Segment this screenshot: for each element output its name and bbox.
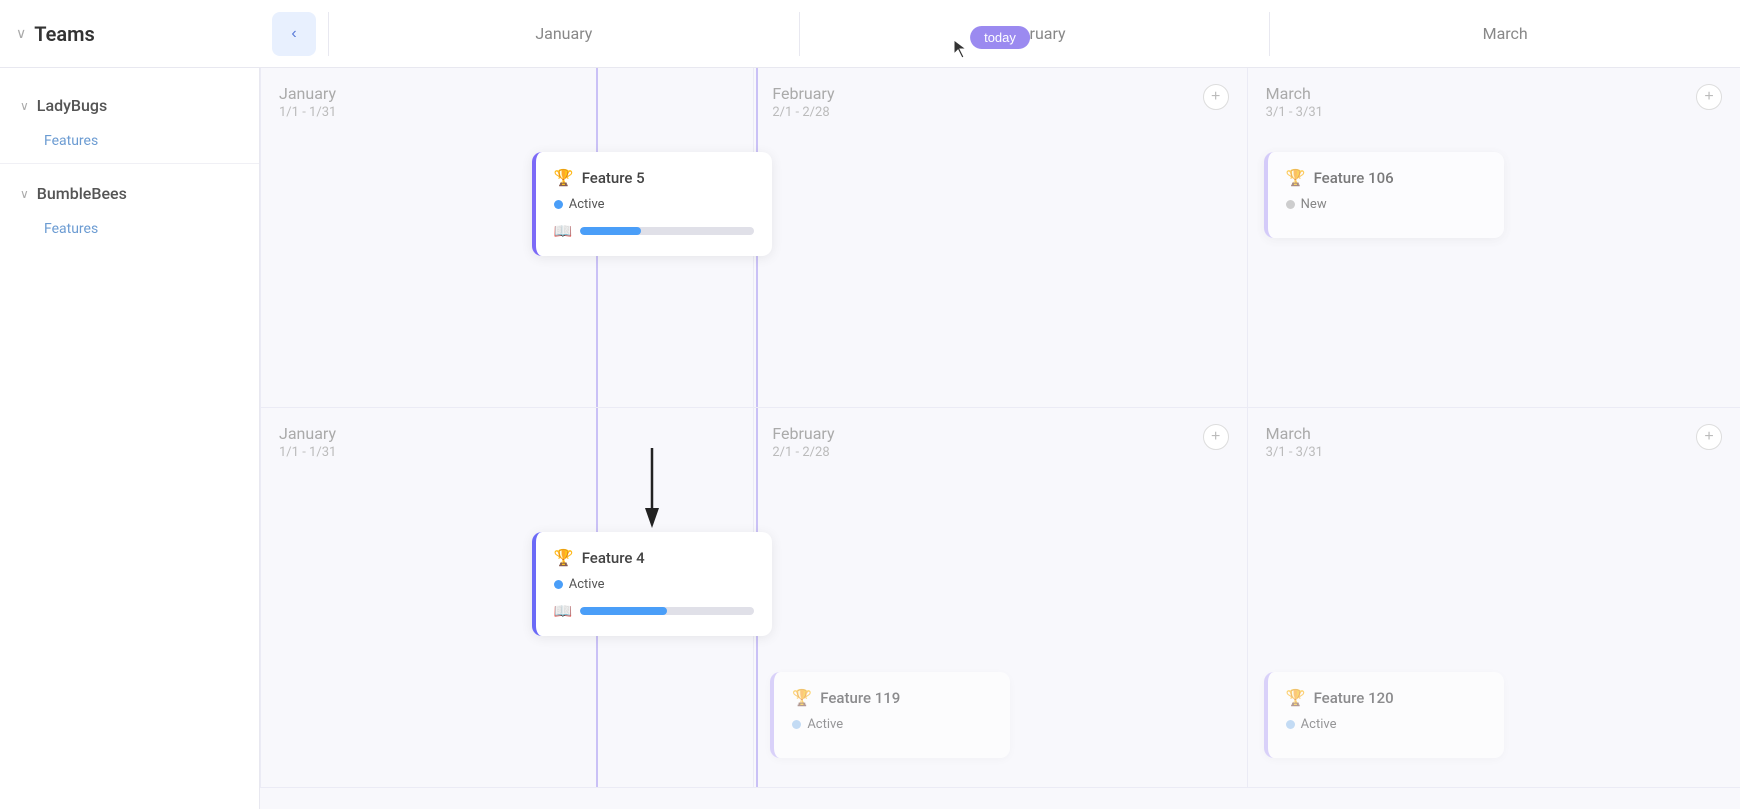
feature5-progress-track	[580, 227, 753, 235]
bumblebees-march-col: March 3/1 - 3/31 + 🏆 Feature 120	[1247, 408, 1740, 787]
bumblebees-header[interactable]: ∨ BumbleBees	[0, 172, 259, 215]
feature5-card-wrapper[interactable]: 🏆 Feature 5 Active 📖	[532, 148, 772, 256]
ladybugs-jan-title: January	[279, 84, 336, 103]
feature106-name-row: 🏆 Feature 106	[1286, 168, 1486, 187]
ladybugs-february-col: February 2/1 - 2/28 +	[753, 68, 1246, 407]
ladybugs-mar-dates: 3/1 - 3/31	[1266, 105, 1323, 120]
bumblebees-january-col: January 1/1 - 1/31	[260, 408, 753, 787]
march-header: March	[1269, 12, 1740, 56]
feature120-card[interactable]: 🏆 Feature 120 Active	[1264, 672, 1504, 758]
bumblebees-mar-title: March	[1266, 424, 1323, 443]
feature106-status-dot	[1286, 200, 1295, 209]
teams-label: Teams	[34, 22, 95, 46]
ladybugs-feb-header: February 2/1 - 2/28 +	[772, 84, 1228, 120]
ladybugs-feb-dates: 2/1 - 2/28	[772, 105, 834, 120]
ladybugs-march-col: March 3/1 - 3/31 + 🏆 Feature 106	[1247, 68, 1740, 407]
timeline-header: today ‹ January February March	[260, 12, 1740, 56]
feature5-progress-fill	[580, 227, 641, 235]
february-header: February	[799, 12, 1270, 56]
feature119-status-row: Active	[792, 717, 992, 732]
ladybugs-row: January 1/1 - 1/31 🏆 Feature 5	[260, 68, 1740, 408]
feature4-card-wrapper[interactable]: 🏆 Feature 4 Active 📖	[532, 528, 772, 636]
feature119-card-wrapper[interactable]: 🏆 Feature 119 Active	[770, 668, 1010, 758]
ladybugs-features-link[interactable]: Features	[0, 127, 259, 155]
ladybugs-jan-dates: 1/1 - 1/31	[279, 105, 336, 120]
ladybugs-mar-add-button[interactable]: +	[1696, 84, 1722, 110]
feature106-card-wrapper[interactable]: 🏆 Feature 106 New	[1264, 148, 1504, 238]
feature119-name-row: 🏆 Feature 119	[792, 688, 992, 707]
ladybugs-january-col: January 1/1 - 1/31 🏆 Feature 5	[260, 68, 753, 407]
feature4-status-dot	[554, 580, 563, 589]
feature106-status-row: New	[1286, 197, 1486, 212]
feature120-status-row: Active	[1286, 717, 1486, 732]
feature5-status-dot	[554, 200, 563, 209]
january-header: January	[328, 12, 799, 56]
bumblebees-name: BumbleBees	[37, 184, 127, 203]
feature120-status-dot	[1286, 720, 1295, 729]
nav-back-button[interactable]: ‹	[272, 12, 316, 56]
feature5-trophy-icon: 🏆	[554, 168, 574, 187]
bumblebees-feb-header: February 2/1 - 2/28 +	[772, 424, 1228, 460]
feature4-name-row: 🏆 Feature 4	[554, 548, 754, 567]
bumblebees-mar-add-button[interactable]: +	[1696, 424, 1722, 450]
bumblebees-mar-header: March 3/1 - 3/31 +	[1266, 424, 1722, 460]
bumblebees-jan-header: January 1/1 - 1/31	[279, 424, 735, 460]
timeline-grid: January 1/1 - 1/31 🏆 Feature 5	[260, 68, 1740, 809]
main-content: ∨ LadyBugs Features ∨ BumbleBees Feature…	[0, 68, 1740, 809]
feature4-progress-fill	[580, 607, 667, 615]
feature4-progress-row: 📖	[554, 602, 754, 620]
feature4-status-row: Active	[554, 577, 754, 592]
header-bar: ∨ Teams today ‹ January February March	[0, 0, 1740, 68]
feature4-book-icon: 📖	[554, 602, 573, 620]
bumblebees-features-link[interactable]: Features	[0, 215, 259, 243]
timeline-body: January 1/1 - 1/31 🏆 Feature 5	[260, 68, 1740, 809]
ladybugs-section: ∨ LadyBugs Features	[0, 84, 259, 155]
feature119-trophy-icon: 🏆	[792, 688, 812, 707]
ladybugs-mar-header: March 3/1 - 3/31 +	[1266, 84, 1722, 120]
feature106-card[interactable]: 🏆 Feature 106 New	[1264, 152, 1504, 238]
feature120-trophy-icon: 🏆	[1286, 688, 1306, 707]
feature5-book-icon: 📖	[554, 222, 573, 240]
feature4-progress-track	[580, 607, 753, 615]
bumblebees-row: January 1/1 - 1/31	[260, 408, 1740, 788]
arrow-connector	[641, 448, 663, 532]
bumblebees-feb-title: February	[772, 424, 834, 443]
feature120-name-row: 🏆 Feature 120	[1286, 688, 1486, 707]
feature119-card[interactable]: 🏆 Feature 119 Active	[770, 672, 1010, 758]
feature4-trophy-icon: 🏆	[554, 548, 574, 567]
bumblebees-february-col: February 2/1 - 2/28 + 🏆	[753, 408, 1246, 787]
team-divider-1	[0, 163, 259, 164]
ladybugs-chevron-icon: ∨	[20, 99, 29, 113]
feature4-card[interactable]: 🏆 Feature 4 Active 📖	[532, 532, 772, 636]
bumblebees-feb-add-button[interactable]: +	[1203, 424, 1229, 450]
sidebar-header: ∨ Teams	[0, 22, 260, 46]
chevron-left-icon: ‹	[291, 25, 296, 43]
feature5-status-row: Active	[554, 197, 754, 212]
ladybugs-feb-add-button[interactable]: +	[1203, 84, 1229, 110]
bumblebees-chevron-icon: ∨	[20, 187, 29, 201]
bumblebees-section: ∨ BumbleBees Features	[0, 172, 259, 243]
today-button[interactable]: today	[970, 26, 1030, 49]
teams-chevron-icon[interactable]: ∨	[16, 26, 26, 42]
sidebar: ∨ LadyBugs Features ∨ BumbleBees Feature…	[0, 68, 260, 809]
bumblebees-jan-dates: 1/1 - 1/31	[279, 445, 336, 460]
feature5-name-row: 🏆 Feature 5	[554, 168, 754, 187]
feature120-card-wrapper[interactable]: 🏆 Feature 120 Active	[1264, 668, 1504, 758]
ladybugs-name: LadyBugs	[37, 96, 107, 115]
bumblebees-mar-dates: 3/1 - 3/31	[1266, 445, 1323, 460]
ladybugs-mar-title: March	[1266, 84, 1323, 103]
ladybugs-jan-header: January 1/1 - 1/31	[279, 84, 735, 120]
feature5-card[interactable]: 🏆 Feature 5 Active 📖	[532, 152, 772, 256]
feature119-status-dot	[792, 720, 801, 729]
feature106-trophy-icon: 🏆	[1286, 168, 1306, 187]
ladybugs-header[interactable]: ∨ LadyBugs	[0, 84, 259, 127]
ladybugs-feb-title: February	[772, 84, 834, 103]
feature5-progress-row: 📖	[554, 222, 754, 240]
bumblebees-jan-title: January	[279, 424, 336, 443]
bumblebees-feb-dates: 2/1 - 2/28	[772, 445, 834, 460]
